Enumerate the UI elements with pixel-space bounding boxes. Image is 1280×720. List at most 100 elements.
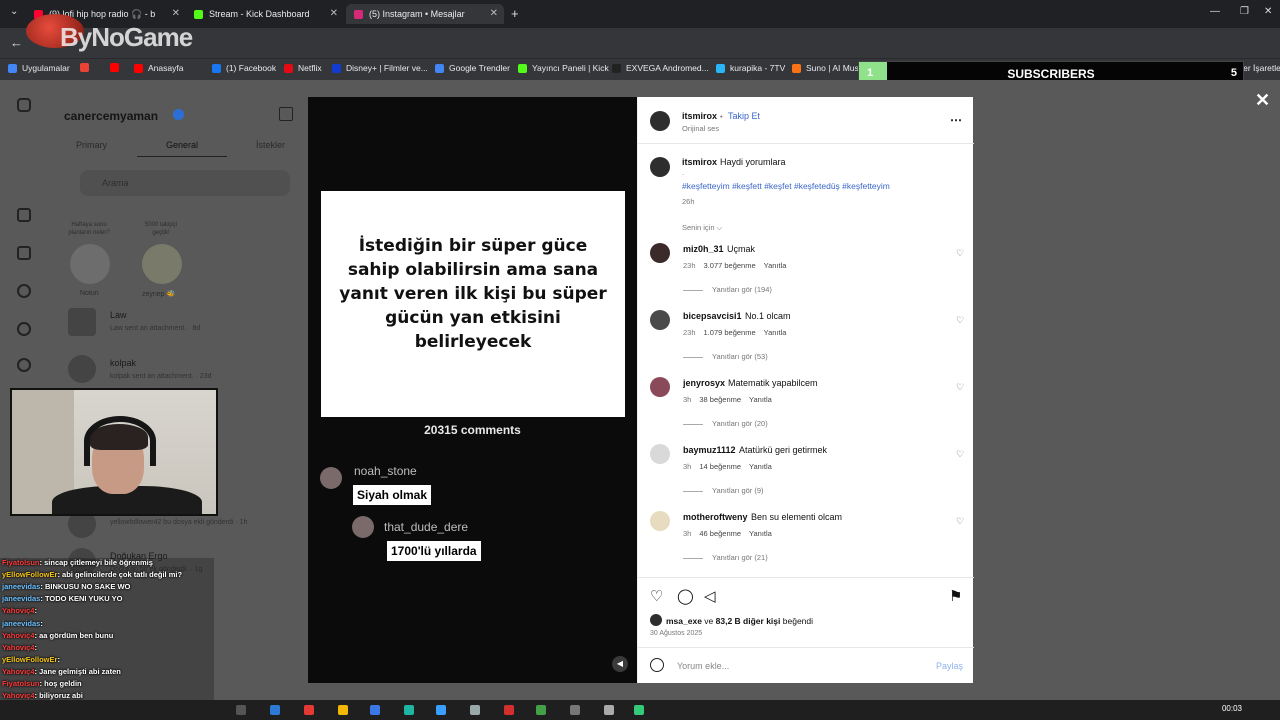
bookmark-save-icon[interactable]: ⚑ <box>949 587 962 605</box>
taskbar-app-icon[interactable] <box>470 705 480 715</box>
thread-name[interactable]: kolpak <box>110 358 136 368</box>
bookmark-apps[interactable]: Uygulamalar <box>8 63 70 73</box>
maximize-icon[interactable]: ❐ <box>1240 6 1249 17</box>
reply-button[interactable]: Yanıtla <box>749 462 772 471</box>
dm-search-input[interactable]: Arama <box>80 170 290 196</box>
liked-by-count[interactable]: 83,2 B diğer kişi <box>716 616 781 626</box>
reply-button[interactable]: Yanıtla <box>764 328 787 337</box>
comment-like-heart-icon[interactable]: ♡ <box>956 249 964 258</box>
view-replies-button[interactable]: Yanıtları gör (20) <box>683 419 768 428</box>
taskbar-app-icon[interactable] <box>338 705 348 715</box>
bookmark-anasayfa[interactable]: Anasayfa <box>134 63 183 73</box>
view-replies-button[interactable]: Yanıtları gör (53) <box>683 352 768 361</box>
liked-by-summary[interactable]: msa_exe ve 83,2 B diğer kişi beğendi <box>666 616 813 626</box>
taskbar-app-icon[interactable] <box>370 705 380 715</box>
reply-button[interactable]: Yanıtla <box>764 261 787 270</box>
reels-icon[interactable] <box>17 246 31 260</box>
explore-icon[interactable] <box>17 358 31 372</box>
bookmark-google-trends[interactable]: Google Trendler <box>435 63 510 73</box>
comment-likes[interactable]: 1.079 beğenme <box>704 328 756 337</box>
tab-requests[interactable]: İstekler <box>256 140 285 150</box>
more-options-icon[interactable]: ⋯ <box>950 113 962 127</box>
follow-button[interactable]: Takip Et <box>728 111 760 121</box>
post-author[interactable]: itsmirox <box>682 111 717 121</box>
tab-search-icon[interactable]: ⌄ <box>10 6 18 17</box>
bookmark-kick-panel[interactable]: Yayıncı Paneli | Kick <box>518 63 609 73</box>
comment-author[interactable]: baymuz1112 <box>683 445 736 455</box>
view-replies-button[interactable]: Yanıtları gör (194) <box>683 285 772 294</box>
comment-author[interactable]: bicepsavcisi1 <box>683 311 742 321</box>
tab-primary[interactable]: Primary <box>76 140 107 150</box>
avatar[interactable] <box>68 355 96 383</box>
comment-like-heart-icon[interactable]: ♡ <box>956 383 964 392</box>
taskbar-app-icon[interactable] <box>304 705 314 715</box>
comment-like-heart-icon[interactable]: ♡ <box>956 450 964 459</box>
mute-icon[interactable]: ◀ <box>612 656 628 672</box>
taskbar-app-icon[interactable] <box>504 705 514 715</box>
avatar[interactable] <box>142 244 182 284</box>
tab-general[interactable]: General <box>166 140 198 150</box>
home-icon[interactable] <box>17 208 31 222</box>
hashtags[interactable]: #keşfetteyim #keşfett #keşfet #keşfetedü… <box>682 181 890 191</box>
bookmark-disney[interactable]: Disney+ | Filmler ve... <box>332 63 428 73</box>
bookmark-facebook[interactable]: (1) Facebook <box>212 63 276 73</box>
comment-likes[interactable]: 38 beğenme <box>699 395 741 404</box>
taskbar-app-icon[interactable] <box>604 705 614 715</box>
reply-button[interactable]: Yanıtla <box>749 529 772 538</box>
new-tab-icon[interactable]: + <box>511 6 519 21</box>
avatar[interactable] <box>68 308 96 336</box>
comment-like-heart-icon[interactable]: ♡ <box>956 316 964 325</box>
add-comment-input[interactable]: Yorum ekle... <box>677 661 729 671</box>
avatar[interactable] <box>650 243 670 263</box>
avatar[interactable] <box>650 377 670 397</box>
comment-author[interactable]: motheroftweny <box>683 512 748 522</box>
close-tab-icon[interactable]: ✕ <box>490 8 498 19</box>
view-replies-button[interactable]: Yanıtları gör (21) <box>683 553 768 562</box>
like-heart-icon[interactable]: ♡ <box>650 587 663 605</box>
close-tab-icon[interactable]: ✕ <box>172 8 180 19</box>
bookmark-7tv[interactable]: kurapika - 7TV <box>716 63 785 73</box>
reply-button[interactable]: Yanıtla <box>749 395 772 404</box>
instagram-logo-icon[interactable] <box>17 98 31 112</box>
search-icon[interactable] <box>17 322 31 336</box>
share-send-icon[interactable]: ◁ <box>704 587 716 605</box>
emoji-icon[interactable] <box>650 658 664 672</box>
bookmark-netflix[interactable]: Netflix <box>284 63 322 73</box>
avatar[interactable] <box>650 111 670 131</box>
comment-likes[interactable]: 46 beğenme <box>699 529 741 538</box>
comment-like-heart-icon[interactable]: ♡ <box>956 517 964 526</box>
bookmark-grid[interactable] <box>80 63 89 72</box>
taskbar-app-icon[interactable] <box>270 705 280 715</box>
sort-dropdown[interactable]: Senin için ⌵ <box>682 223 722 233</box>
taskbar-app-icon[interactable] <box>634 705 644 715</box>
comment-author[interactable]: miz0h_31 <box>683 244 724 254</box>
comment-likes[interactable]: 14 beğenme <box>699 462 741 471</box>
avatar[interactable] <box>650 444 670 464</box>
avatar[interactable] <box>650 310 670 330</box>
caption-author[interactable]: itsmirox <box>682 157 717 167</box>
avatar[interactable] <box>650 511 670 531</box>
tab-kick-dashboard[interactable]: Stream - Kick Dashboard ✕ <box>186 4 344 24</box>
taskbar-app-icon[interactable] <box>570 705 580 715</box>
thread-name[interactable]: Law <box>110 310 127 320</box>
messages-icon[interactable] <box>17 284 31 298</box>
dm-username[interactable]: canercemyaman <box>64 109 158 123</box>
comment-likes[interactable]: 3.077 beğenme <box>704 261 756 270</box>
reel-video[interactable]: İstediğin bir süper güce sahip olabilirs… <box>308 97 637 683</box>
taskbar-app-icon[interactable] <box>404 705 414 715</box>
avatar[interactable] <box>650 157 670 177</box>
tab-instagram[interactable]: (5) Instagram • Mesajlar ✕ <box>346 4 504 24</box>
avatar[interactable] <box>70 244 110 284</box>
view-replies-button[interactable]: Yanıtları gör (9) <box>683 486 764 495</box>
liked-by-user[interactable]: msa_exe <box>666 616 702 626</box>
close-tab-icon[interactable]: ✕ <box>330 8 338 19</box>
minimize-icon[interactable]: — <box>1210 6 1220 17</box>
taskbar-app-icon[interactable] <box>536 705 546 715</box>
post-comment-button[interactable]: Paylaş <box>936 661 963 671</box>
bookmark-suno[interactable]: Suno | AI Mus <box>792 63 859 73</box>
comment-author[interactable]: jenyrosyx <box>683 378 725 388</box>
taskbar-app-icon[interactable] <box>436 705 446 715</box>
new-message-icon[interactable] <box>279 107 293 121</box>
bookmark-youtube[interactable] <box>110 63 119 72</box>
comment-bubble-icon[interactable]: ◯ <box>677 587 694 605</box>
